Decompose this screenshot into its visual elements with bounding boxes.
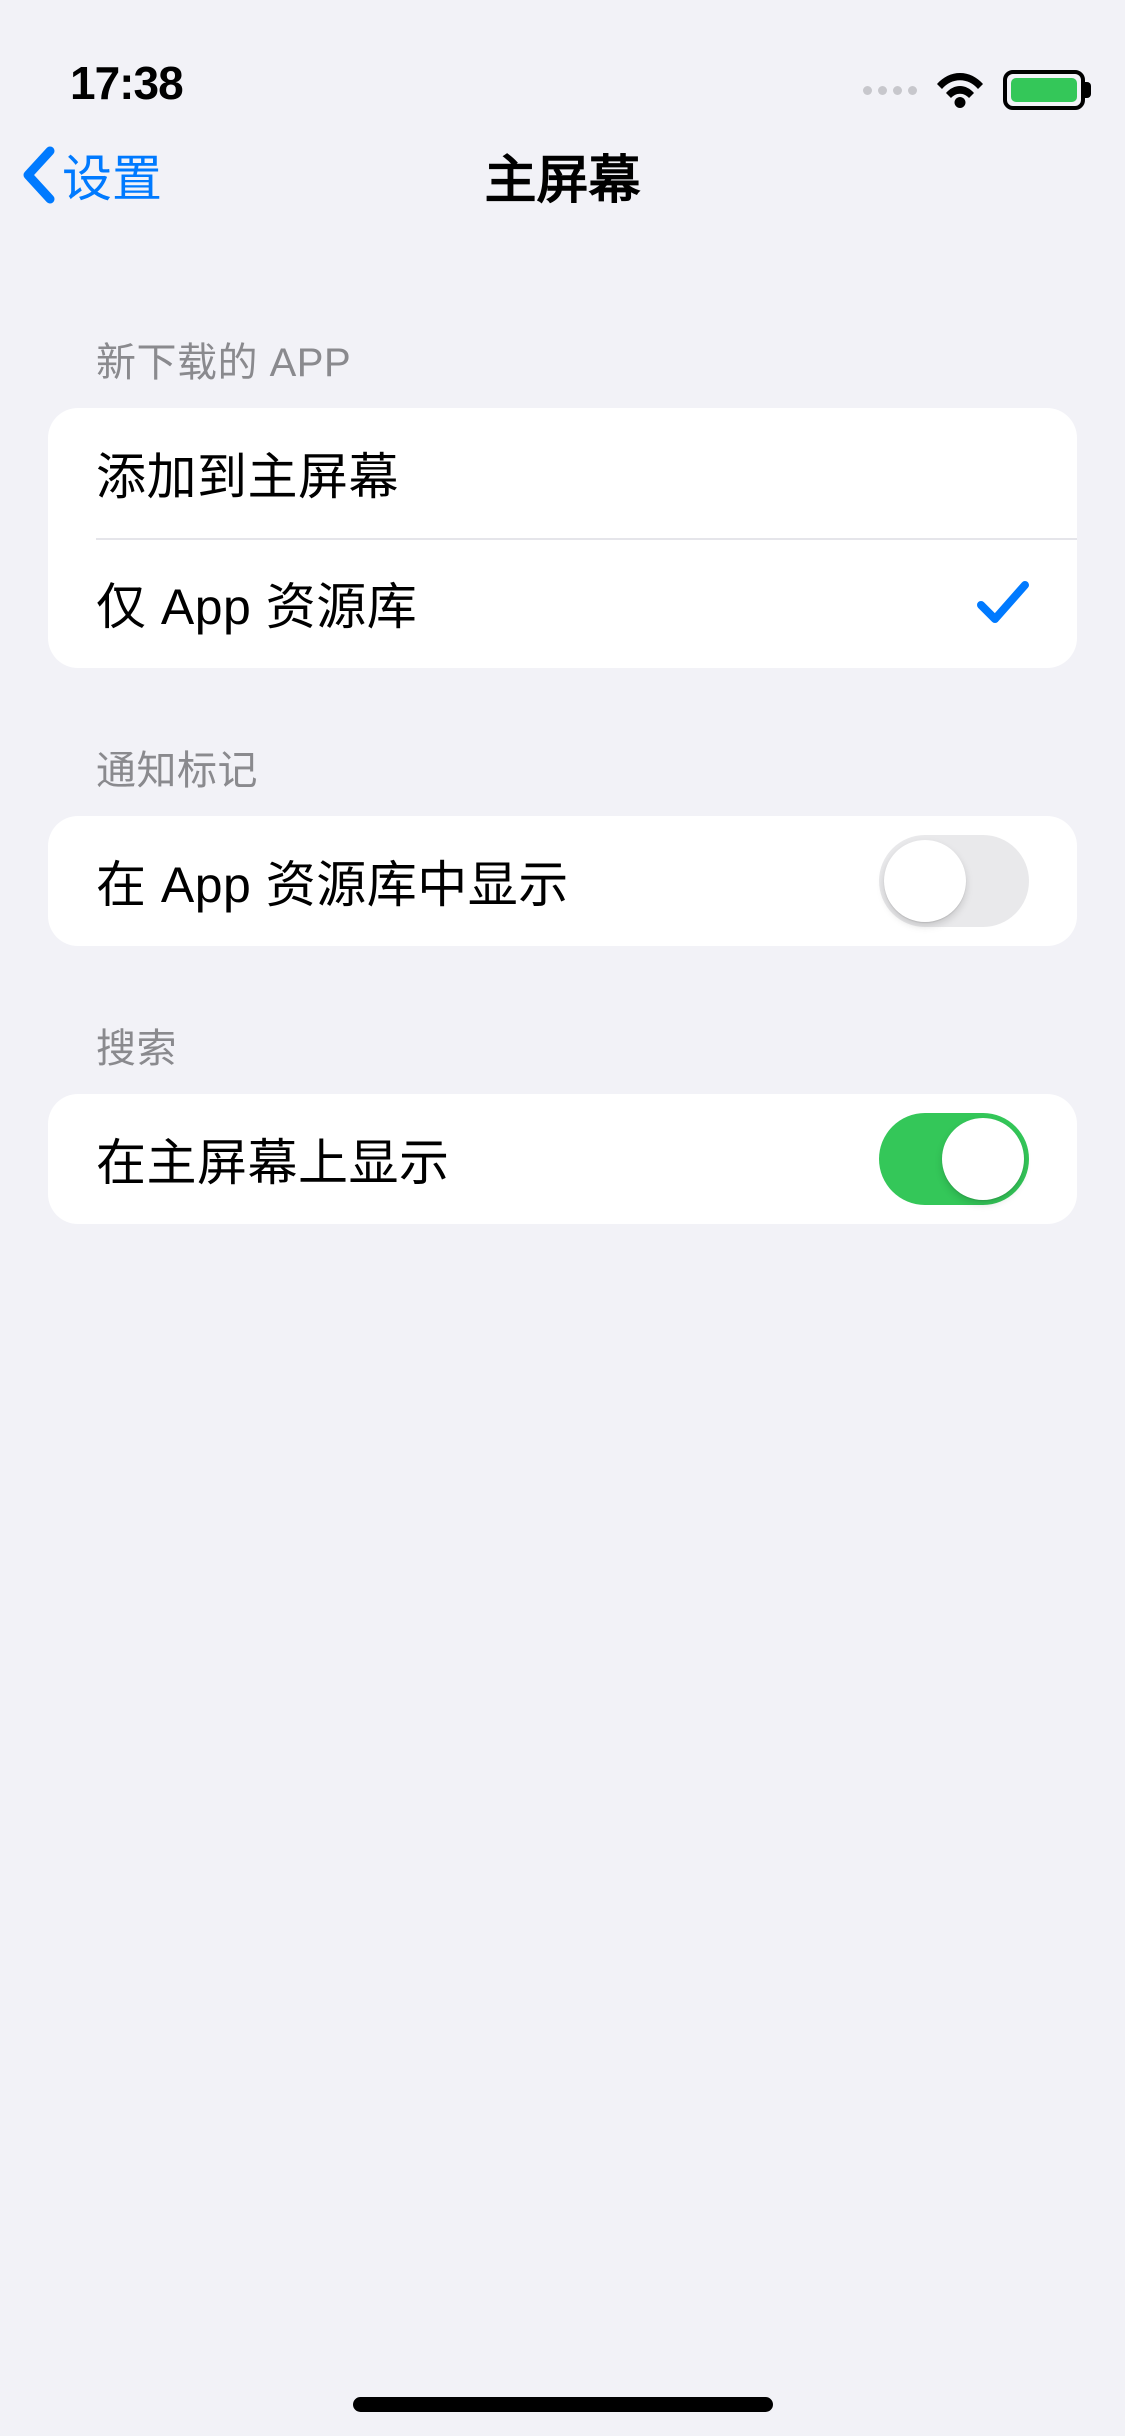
checkmark-icon — [977, 579, 1029, 627]
section-header-search: 搜索 — [48, 1016, 1077, 1094]
section-new-apps: 新下载的 APP 添加到主屏幕 仅 App 资源库 — [48, 330, 1077, 668]
back-label: 设置 — [62, 139, 162, 211]
section-header-new-apps: 新下载的 APP — [48, 330, 1077, 408]
cellular-dots-icon — [863, 86, 917, 95]
group-search: 在主屏幕上显示 — [48, 1094, 1077, 1224]
row-label: 仅 App 资源库 — [96, 567, 417, 639]
battery-fill — [1011, 78, 1077, 102]
switch-show-in-library[interactable] — [879, 835, 1029, 927]
row-label: 添加到主屏幕 — [96, 437, 399, 509]
wifi-icon — [935, 72, 985, 108]
row-show-on-home: 在主屏幕上显示 — [48, 1094, 1077, 1224]
switch-show-on-home[interactable] — [879, 1113, 1029, 1205]
row-add-to-home[interactable]: 添加到主屏幕 — [48, 408, 1077, 538]
section-search: 搜索 在主屏幕上显示 — [48, 1016, 1077, 1224]
back-button[interactable]: 设置 — [20, 139, 162, 211]
switch-knob — [942, 1118, 1024, 1200]
screen: 17:38 设置 — [0, 0, 1125, 2436]
section-header-badges: 通知标记 — [48, 738, 1077, 816]
home-indicator[interactable] — [353, 2397, 773, 2412]
nav-bar: 设置 主屏幕 — [0, 110, 1125, 240]
switch-knob — [884, 840, 966, 922]
section-badges: 通知标记 在 App 资源库中显示 — [48, 738, 1077, 946]
group-new-apps: 添加到主屏幕 仅 App 资源库 — [48, 408, 1077, 668]
row-show-in-library: 在 App 资源库中显示 — [48, 816, 1077, 946]
row-app-library-only[interactable]: 仅 App 资源库 — [48, 538, 1077, 668]
status-right — [863, 70, 1085, 110]
group-badges: 在 App 资源库中显示 — [48, 816, 1077, 946]
status-bar: 17:38 — [0, 0, 1125, 110]
content: 新下载的 APP 添加到主屏幕 仅 App 资源库 通知标记 — [0, 330, 1125, 1224]
row-label: 在 App 资源库中显示 — [96, 845, 569, 917]
row-label: 在主屏幕上显示 — [96, 1123, 450, 1195]
chevron-left-icon — [20, 145, 58, 205]
page-title: 主屏幕 — [0, 138, 1125, 213]
battery-icon — [1003, 70, 1085, 110]
status-time: 17:38 — [70, 56, 183, 110]
